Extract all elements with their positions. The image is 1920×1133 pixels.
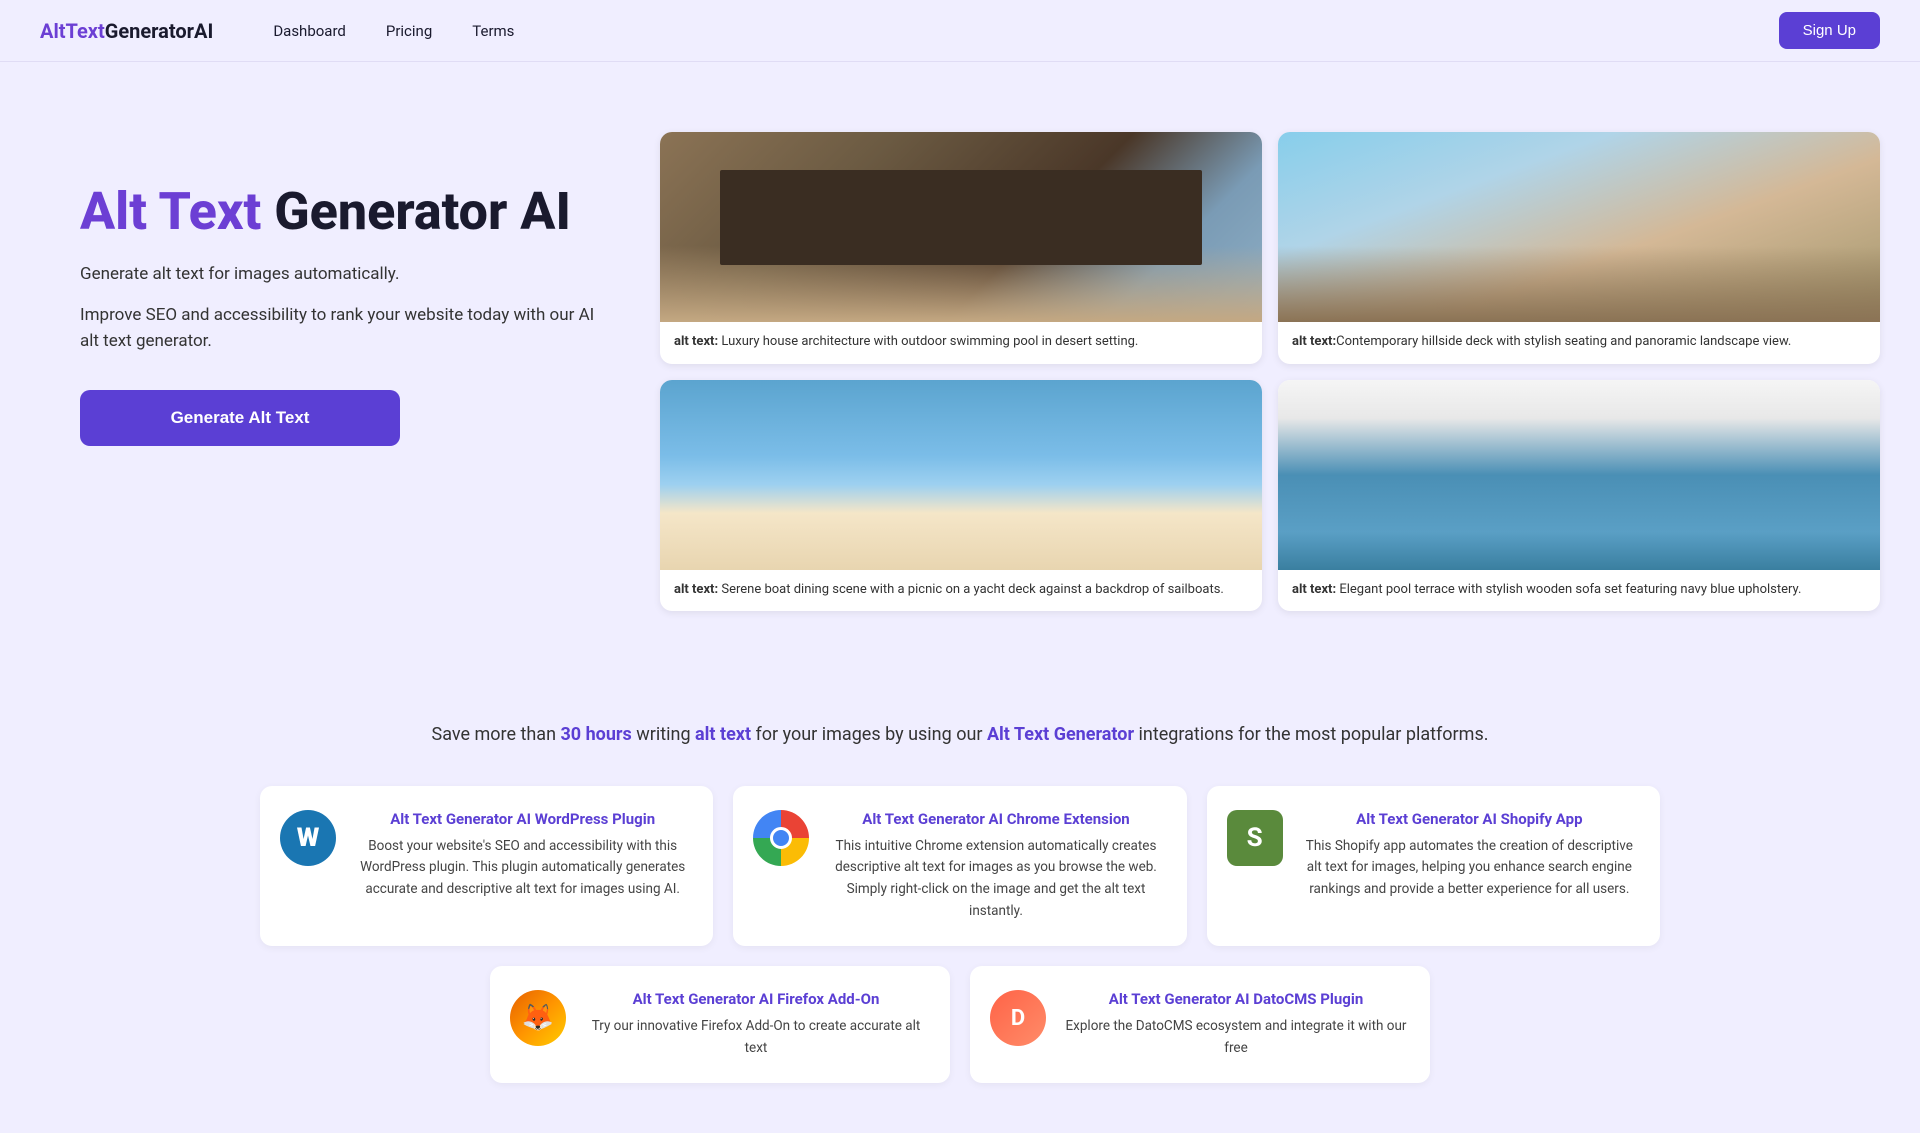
image-caption-4: alt text: Elegant pool terrace with styl… bbox=[1278, 570, 1880, 612]
hero-section: Alt Text Generator AI Generate alt text … bbox=[0, 62, 1920, 671]
hero-subtitle: Generate alt text for images automatical… bbox=[80, 262, 600, 288]
nav-dashboard[interactable]: Dashboard bbox=[273, 22, 346, 40]
caption-text-3: Serene boat dining scene with a picnic o… bbox=[718, 582, 1224, 597]
shopify-content: Alt Text Generator AI Shopify App This S… bbox=[1299, 810, 1640, 901]
chrome-desc: This intuitive Chrome extension automati… bbox=[825, 836, 1166, 922]
wordpress-desc: Boost your website's SEO and accessibili… bbox=[352, 836, 693, 901]
alt-label-3: alt text: bbox=[674, 582, 718, 597]
integration-cards-row1: W Alt Text Generator AI WordPress Plugin… bbox=[260, 786, 1660, 946]
headline-mid2: for your images by using our bbox=[751, 724, 987, 745]
headline-mid: writing bbox=[632, 724, 695, 745]
caption-text-2: Contemporary hillside deck with stylish … bbox=[1336, 334, 1791, 349]
nav-pricing[interactable]: Pricing bbox=[386, 22, 432, 40]
chrome-title: Alt Text Generator AI Chrome Extension bbox=[825, 810, 1166, 828]
alt-label-2: alt text: bbox=[1292, 334, 1336, 349]
shopify-title: Alt Text Generator AI Shopify App bbox=[1299, 810, 1640, 828]
alt-label-1: alt text: bbox=[674, 334, 718, 349]
shopify-icon: S bbox=[1227, 810, 1283, 866]
datocms-content: Alt Text Generator AI DatoCMS Plugin Exp… bbox=[1062, 990, 1410, 1059]
image-boat bbox=[660, 380, 1262, 570]
logo-ai: AI bbox=[194, 19, 213, 43]
chrome-content: Alt Text Generator AI Chrome Extension T… bbox=[825, 810, 1166, 922]
generate-alt-text-button[interactable]: Generate Alt Text bbox=[80, 390, 400, 446]
headline-prefix: Save more than bbox=[432, 724, 561, 745]
integrations-section: Save more than 30 hours writing alt text… bbox=[0, 671, 1920, 1133]
integration-card-datocms[interactable]: D Alt Text Generator AI DatoCMS Plugin E… bbox=[970, 966, 1430, 1083]
image-card-4: alt text: Elegant pool terrace with styl… bbox=[1278, 380, 1880, 612]
chrome-icon bbox=[753, 810, 809, 866]
firefox-icon: 🦊 bbox=[510, 990, 566, 1046]
image-card-1: alt text: Luxury house architecture with… bbox=[660, 132, 1262, 364]
caption-text-4: Elegant pool terrace with stylish wooden… bbox=[1336, 582, 1801, 597]
datocms-title: Alt Text Generator AI DatoCMS Plugin bbox=[1062, 990, 1410, 1008]
image-caption-1: alt text: Luxury house architecture with… bbox=[660, 322, 1262, 364]
hero-title-purple: Alt Text bbox=[80, 181, 261, 242]
navbar: AltTextGeneratorAI Dashboard Pricing Ter… bbox=[0, 0, 1920, 62]
datocms-icon: D bbox=[990, 990, 1046, 1046]
hero-image-grid: alt text: Luxury house architecture with… bbox=[660, 122, 1880, 611]
image-pool bbox=[1278, 380, 1880, 570]
hero-description: Improve SEO and accessibility to rank yo… bbox=[80, 303, 600, 354]
image-card-2: alt text:Contemporary hillside deck with… bbox=[1278, 132, 1880, 364]
image-card-3: alt text: Serene boat dining scene with … bbox=[660, 380, 1262, 612]
headline-generator: Alt Text Generator bbox=[987, 724, 1134, 745]
caption-text-1: Luxury house architecture with outdoor s… bbox=[718, 334, 1138, 349]
integration-card-shopify[interactable]: S Alt Text Generator AI Shopify App This… bbox=[1207, 786, 1660, 946]
integrations-headline: Save more than 30 hours writing alt text… bbox=[40, 721, 1880, 750]
logo-alt: AltText bbox=[40, 19, 105, 43]
hero-title: Alt Text Generator AI bbox=[80, 182, 600, 242]
firefox-title: Alt Text Generator AI Firefox Add-On bbox=[582, 990, 930, 1008]
headline-hours: 30 hours bbox=[560, 724, 631, 745]
firefox-content: Alt Text Generator AI Firefox Add-On Try… bbox=[582, 990, 930, 1059]
image-desert-house bbox=[660, 132, 1262, 322]
firefox-desc: Try our innovative Firefox Add-On to cre… bbox=[582, 1016, 930, 1059]
nav-links: Dashboard Pricing Terms bbox=[273, 22, 1778, 40]
integration-card-wordpress[interactable]: W Alt Text Generator AI WordPress Plugin… bbox=[260, 786, 713, 946]
headline-suffix: integrations for the most popular platfo… bbox=[1134, 724, 1488, 745]
datocms-desc: Explore the DatoCMS ecosystem and integr… bbox=[1062, 1016, 1410, 1059]
image-hillside bbox=[1278, 132, 1880, 322]
chrome-center bbox=[770, 827, 792, 849]
wordpress-icon: W bbox=[280, 810, 336, 866]
integration-cards-row2: 🦊 Alt Text Generator AI Firefox Add-On T… bbox=[490, 966, 1430, 1083]
image-caption-3: alt text: Serene boat dining scene with … bbox=[660, 570, 1262, 612]
headline-alt: alt text bbox=[695, 724, 751, 745]
logo-generator: Generator bbox=[105, 19, 194, 43]
wordpress-title: Alt Text Generator AI WordPress Plugin bbox=[352, 810, 693, 828]
image-caption-2: alt text:Contemporary hillside deck with… bbox=[1278, 322, 1880, 364]
nav-terms[interactable]: Terms bbox=[472, 22, 514, 40]
hero-left: Alt Text Generator AI Generate alt text … bbox=[80, 122, 600, 446]
wordpress-content: Alt Text Generator AI WordPress Plugin B… bbox=[352, 810, 693, 901]
hero-title-black: Generator AI bbox=[261, 181, 571, 242]
logo[interactable]: AltTextGeneratorAI bbox=[40, 19, 213, 43]
integration-card-chrome[interactable]: Alt Text Generator AI Chrome Extension T… bbox=[733, 786, 1186, 946]
signup-button[interactable]: Sign Up bbox=[1779, 12, 1880, 49]
integration-card-firefox[interactable]: 🦊 Alt Text Generator AI Firefox Add-On T… bbox=[490, 966, 950, 1083]
alt-label-4: alt text: bbox=[1292, 582, 1336, 597]
shopify-desc: This Shopify app automates the creation … bbox=[1299, 836, 1640, 901]
